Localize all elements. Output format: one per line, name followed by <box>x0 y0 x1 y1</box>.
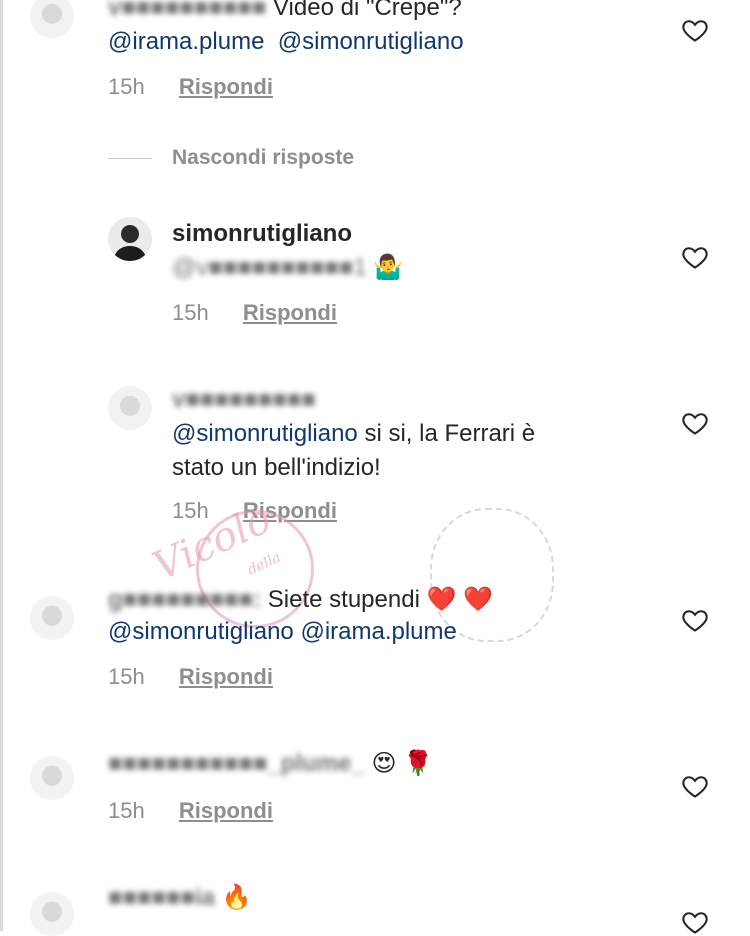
mention-link[interactable]: @simonrutigliano <box>108 618 294 645</box>
comment-meta: 15h Rispondi <box>172 300 337 326</box>
screen-edge <box>0 0 3 931</box>
username[interactable]: v■■■■■■■■■■ <box>108 0 266 23</box>
avatar[interactable] <box>30 596 74 640</box>
comment-body-line1: @simonrutigliano si si, la Ferrari è <box>172 418 535 449</box>
mention-link[interactable]: @simonrutigliano <box>278 28 464 55</box>
avatar[interactable] <box>30 0 74 38</box>
heart-icon[interactable] <box>681 606 709 634</box>
timestamp: 15h <box>172 498 209 523</box>
reply-button[interactable]: Rispondi <box>179 798 273 823</box>
mention-link[interactable]: @v■■■■■■■■■■1 <box>172 252 367 283</box>
person-photo-icon <box>108 217 152 261</box>
hearts-emoji: ❤️ ❤️ <box>426 586 494 613</box>
fire-emoji: 🔥 <box>221 884 252 911</box>
divider-line <box>108 157 152 159</box>
comment-mentions: @simonrutigliano @irama.plume <box>108 616 457 647</box>
shrug-emoji: 🤷‍♂️ <box>373 254 404 281</box>
comment-body: @v■■■■■■■■■■1 🤷‍♂️ <box>172 252 403 283</box>
mention-link[interactable]: @irama.plume <box>300 618 456 645</box>
reply-button[interactable]: Rispondi <box>243 300 337 325</box>
heart-icon[interactable] <box>681 16 709 44</box>
heart-icon[interactable] <box>681 772 709 800</box>
comment-meta: 15h Rispondi <box>108 664 273 690</box>
comment-line1: ■■■■■■■■■■■_plume_ 😍 🌹 <box>108 748 433 779</box>
avatar[interactable] <box>108 217 152 261</box>
comment-body: Siete stupendi <box>267 586 420 613</box>
comment-username-line: simonrutigliano <box>172 218 352 249</box>
avatar[interactable] <box>30 756 74 800</box>
username[interactable]: v■■■■■■■■■ <box>172 384 316 415</box>
reply-button[interactable]: Rispondi <box>179 664 273 689</box>
comment-text: v■■■■■■■■■■ Video di "Crepe"? <box>108 0 462 23</box>
avatar[interactable] <box>108 386 152 430</box>
timestamp: 15h <box>172 300 209 325</box>
username[interactable]: ■■■■■■■■■■■_plume_ <box>108 748 365 779</box>
username[interactable]: simonrutigliano <box>172 220 352 247</box>
heart-icon[interactable] <box>681 908 709 936</box>
hide-replies-button[interactable]: Nascondi risposte <box>108 146 354 170</box>
comment-body: Video di "Crepe"? <box>272 0 462 21</box>
comment-username-line: v■■■■■■■■■ <box>172 384 316 415</box>
timestamp: 15h <box>108 664 145 689</box>
hide-replies-label: Nascondi risposte <box>172 146 355 169</box>
comment-meta: 15h Rispondi <box>108 74 273 100</box>
timestamp: 15h <box>108 74 145 99</box>
mention-link[interactable]: @irama.plume <box>108 28 264 55</box>
comment-mentions: @irama.plume @simonrutigliano <box>108 26 464 57</box>
username[interactable]: g■■■■■■■■■: <box>108 584 261 615</box>
comment-line1: ■■■■■■ia 🔥 <box>108 882 252 913</box>
reply-button[interactable]: Rispondi <box>179 74 273 99</box>
comment-body-part: stato un bell'indizio! <box>172 454 381 481</box>
mention-link[interactable]: @simonrutigliano <box>172 420 358 447</box>
comment-body-part: si si, la Ferrari è <box>364 420 536 447</box>
heart-icon[interactable] <box>681 409 709 437</box>
username[interactable]: ■■■■■■ia <box>108 882 215 913</box>
heart-eyes-rose-emoji: 😍 🌹 <box>371 750 434 777</box>
comment-meta: 15h Rispondi <box>108 798 273 824</box>
heart-icon[interactable] <box>681 243 709 271</box>
timestamp: 15h <box>108 798 145 823</box>
comment-body-line2: stato un bell'indizio! <box>172 452 381 483</box>
comment-line1: g■■■■■■■■■: Siete stupendi ❤️ ❤️ <box>108 584 493 615</box>
avatar[interactable] <box>30 892 74 936</box>
